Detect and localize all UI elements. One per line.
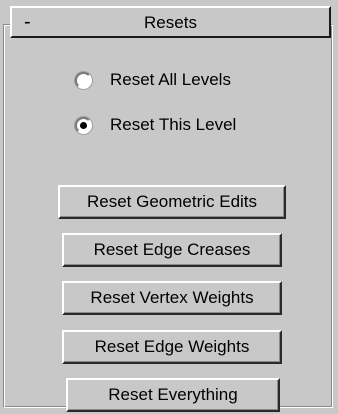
radio-label: Reset This Level — [110, 115, 237, 134]
radio-reset-all-levels[interactable]: Reset All Levels — [75, 70, 231, 90]
radio-reset-this-level[interactable]: Reset This Level — [75, 115, 236, 135]
reset-vertex-weights-button[interactable]: Reset Vertex Weights — [62, 281, 282, 315]
radio-button-selected-icon[interactable] — [75, 116, 92, 134]
reset-edge-weights-button[interactable]: Reset Edge Weights — [62, 330, 282, 364]
reset-everything-button[interactable]: Reset Everything — [66, 378, 280, 412]
radio-button-icon[interactable] — [75, 71, 92, 89]
reset-edge-creases-button[interactable]: Reset Edge Creases — [62, 233, 282, 267]
reset-geometric-edits-button[interactable]: Reset Geometric Edits — [58, 185, 286, 219]
rollout-title-bar[interactable]: - Resets — [10, 6, 331, 38]
rollout-title: Resets — [144, 13, 197, 32]
radio-label: Reset All Levels — [110, 70, 231, 89]
